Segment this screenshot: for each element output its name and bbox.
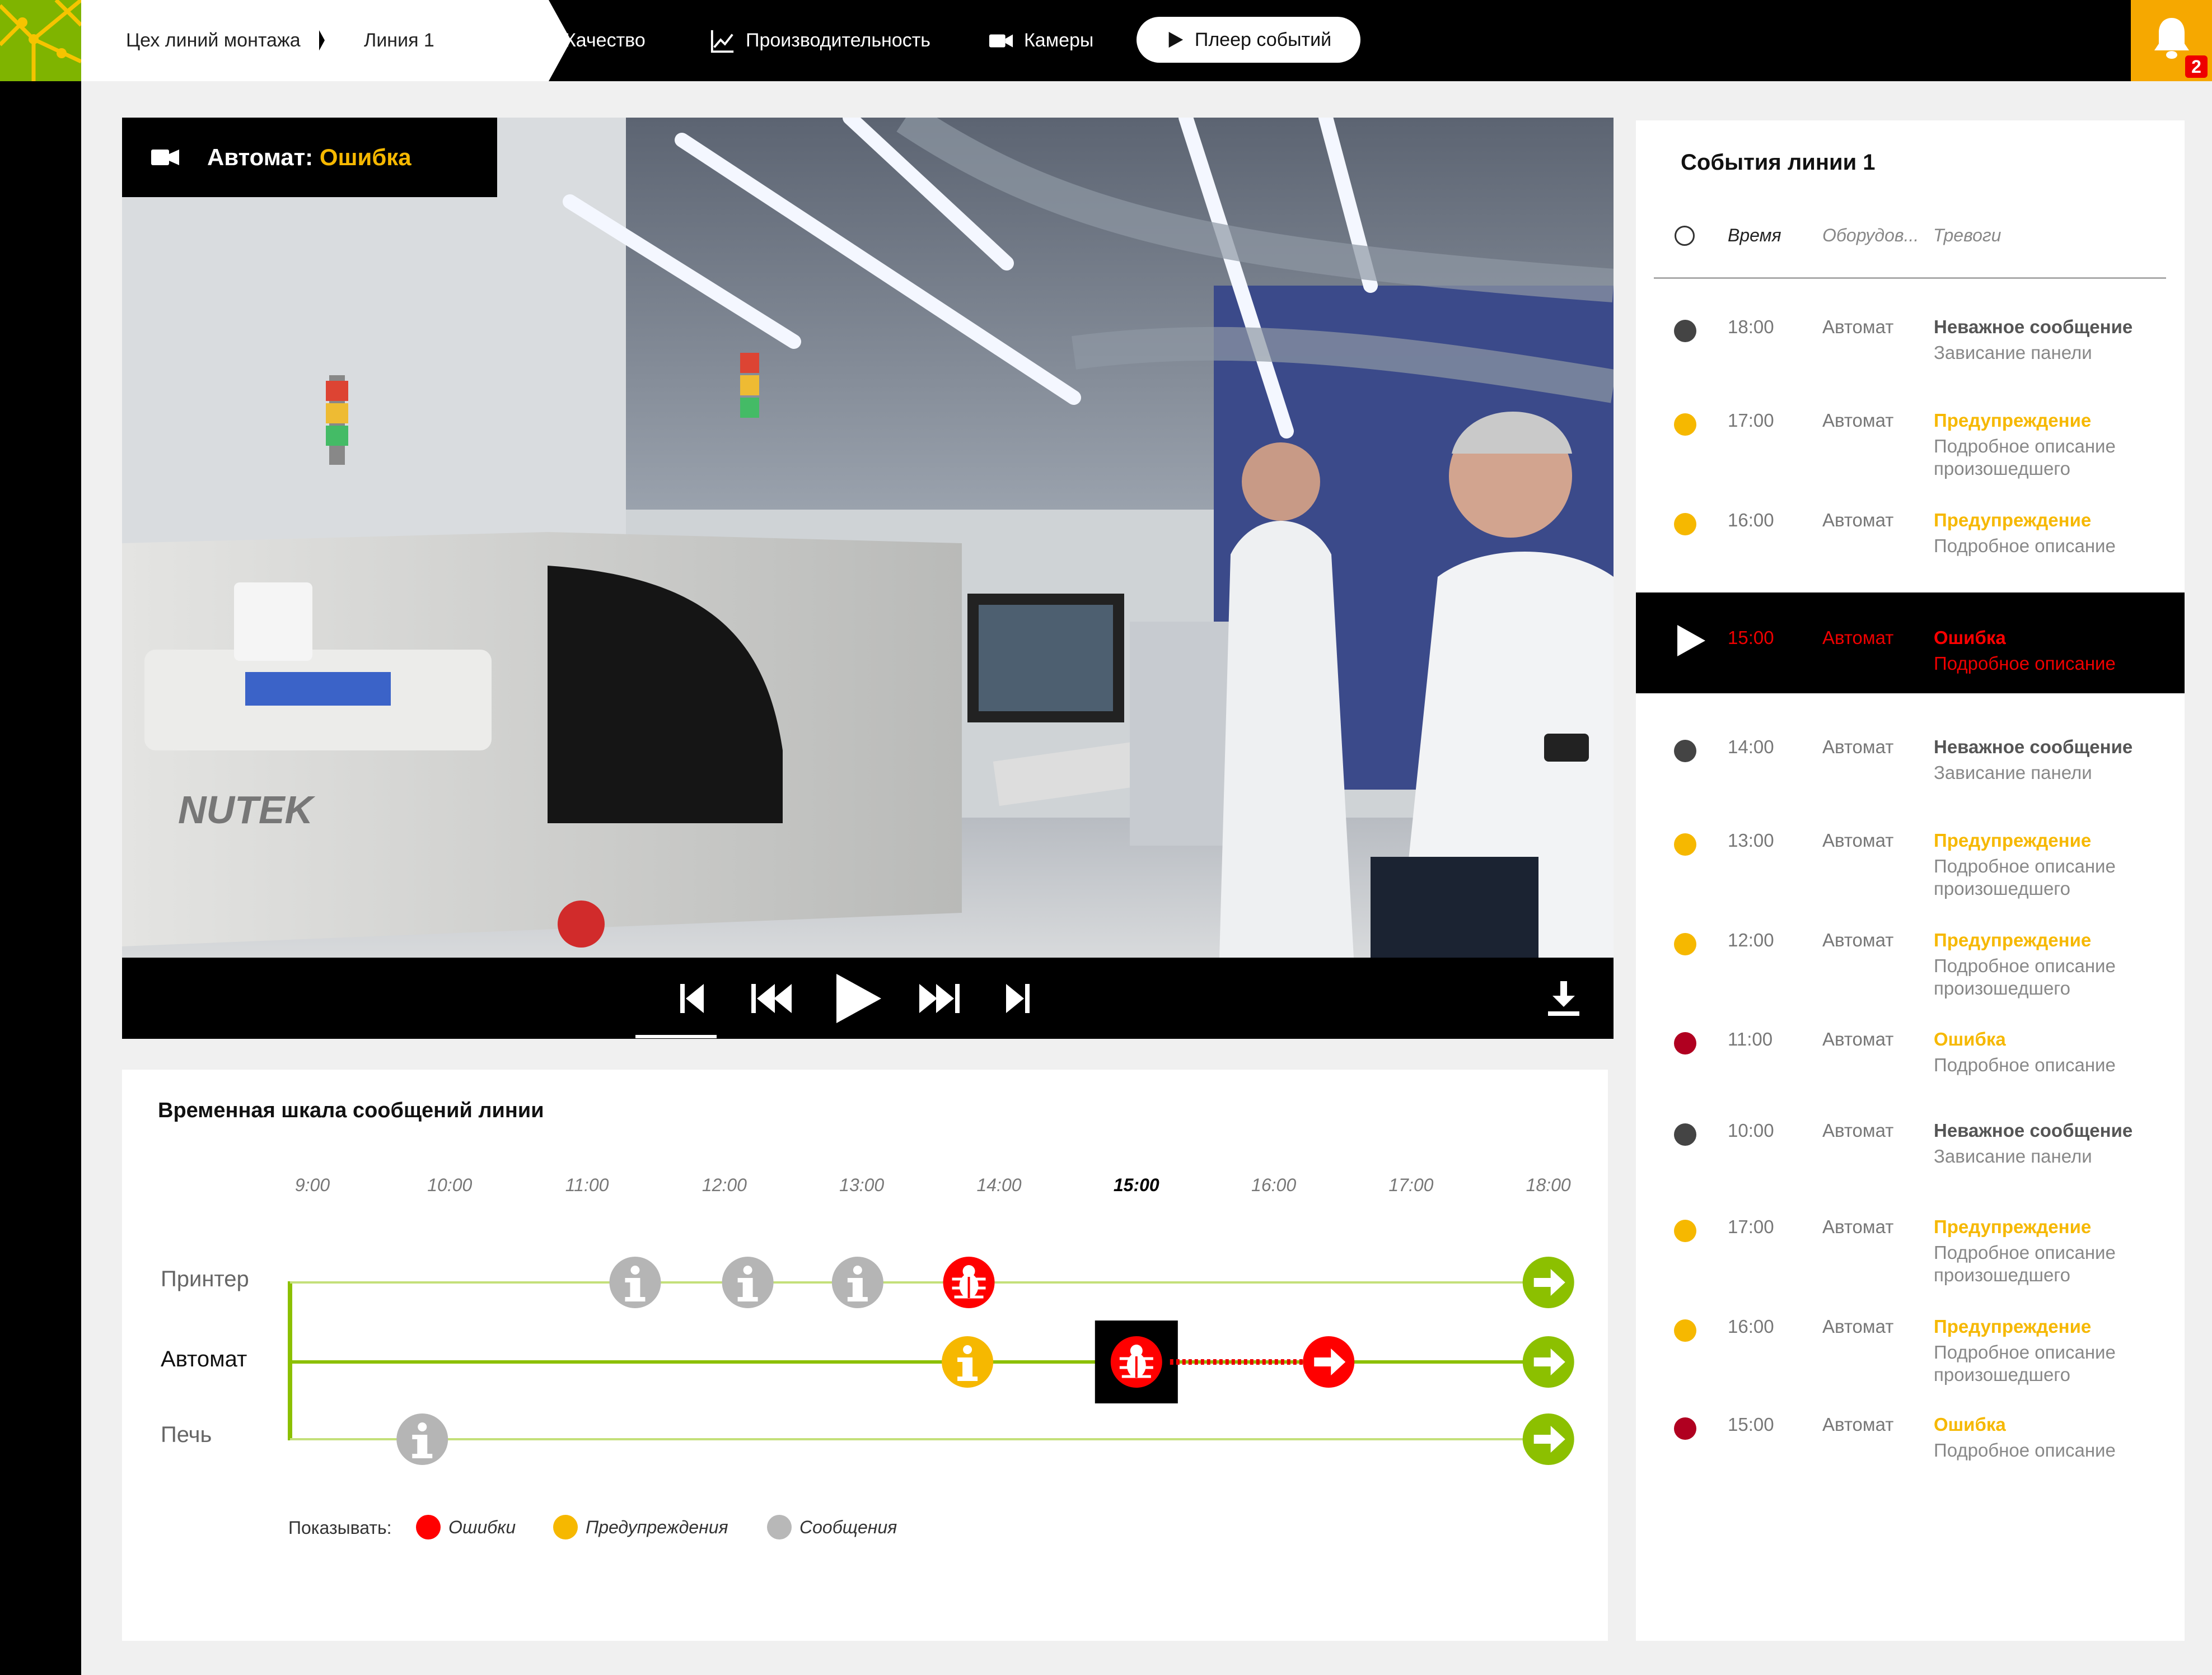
event-type: Предупреждение [1934,510,2092,530]
event-equipment: Автомат [1822,1414,1894,1435]
event-type: Предупреждение [1934,1316,2092,1337]
event-severity-dot [1674,1220,1696,1242]
legend-errors-label: Ошибки [448,1517,516,1537]
event-description: Подробное описание [1934,653,2116,674]
timeline-event-message[interactable] [396,1413,448,1465]
event-severity-dot [1674,1319,1696,1342]
event-equipment: Автомат [1822,830,1894,851]
event-time: 17:00 [1728,1216,1774,1237]
event-time: 16:00 [1728,1316,1774,1337]
event-time: 11:00 [1728,1029,1773,1049]
event-row[interactable]: 15:00 Автомат Ошибка Подробное описание [1636,1408,2185,1492]
event-row[interactable]: 18:00 Автомат Неважное сообщение Зависание … [1636,311,2185,395]
event-description: Подробное описание произошедшего [1934,1242,2116,1285]
event-equipment: Автомат [1822,316,1894,337]
timeline-event-error[interactable] [943,1257,995,1308]
legend-errors-toggle[interactable]: Ошибки [416,1515,516,1539]
timeline-event-message[interactable] [609,1257,661,1308]
event-type: Предупреждение [1934,1216,2092,1237]
event-severity-dot [1674,413,1696,436]
event-severity-dot [1674,1032,1696,1055]
event-description: Подробное описание произошедшего [1934,1342,2116,1385]
event-description: Подробное описание [1934,535,2116,556]
legend-show-label: Показывать: [288,1518,392,1538]
event-type: Неважное сообщение [1934,736,2133,757]
event-type: Предупреждение [1934,930,2092,950]
event-equipment: Автомат [1822,1029,1894,1049]
event-equipment: Автомат [1822,736,1894,757]
event-type: Предупреждение [1934,410,2092,431]
event-severity-dot [1674,1123,1696,1146]
event-equipment: Автомат [1822,627,1894,648]
timeline-event-warning[interactable] [942,1336,994,1388]
event-type: Ошибка [1934,627,2006,648]
event-row[interactable]: 17:00 Автомат Предупреждение Подробное опис… [1636,1211,2185,1295]
event-row[interactable]: 16:00 Автомат Предупреждение Подробное опис… [1636,504,2185,588]
event-severity-dot [1674,933,1696,955]
column-header-alarms[interactable]: Тревоги [1933,225,2001,246]
event-equipment: Автомат [1822,410,1894,431]
legend-warnings-toggle[interactable]: Предупреждения [553,1515,728,1539]
timeline-event-message[interactable] [722,1257,774,1308]
event-row[interactable]: 16:00 Автомат Предупреждение Подробное опис… [1636,1310,2185,1394]
event-row[interactable]: 13:00 Автомат Предупреждение Подробное опис… [1636,824,2185,908]
event-description: Зависание панели [1934,762,2092,783]
event-equipment: Автомат [1822,1120,1894,1141]
event-equipment: Автомат [1822,1316,1894,1337]
event-time: 15:00 [1728,627,1774,648]
event-time: 10:00 [1728,1120,1774,1141]
event-description: Подробное описание произошедшего [1934,856,2116,899]
legend-messages-dot [767,1515,792,1539]
event-severity-dot [1674,740,1696,762]
event-equipment: Автомат [1822,510,1894,530]
event-time: 14:00 [1728,736,1774,757]
event-type: Предупреждение [1934,830,2092,851]
events-panel-title: События линии 1 [1681,150,1876,175]
timeline-event-error[interactable] [1110,1336,1162,1388]
timeline-event-error-arrow[interactable] [1303,1336,1355,1388]
event-description: Подробное описание произошедшего [1934,436,2116,479]
timeline-event-end[interactable] [1522,1257,1574,1308]
event-severity-dot [1674,1417,1696,1440]
event-equipment: Автомат [1822,930,1894,950]
legend-warnings-label: Предупреждения [586,1517,728,1537]
play-icon [1677,625,1705,656]
event-row[interactable]: 15:00 Автомат Ошибка Подробное описание [1636,592,2185,693]
event-time: 15:00 [1728,1414,1774,1435]
event-type: Неважное сообщение [1934,316,2133,337]
legend-messages-toggle[interactable]: Сообщения [767,1515,897,1539]
timeline-event-message[interactable] [831,1257,883,1308]
event-severity-dot [1674,513,1696,535]
event-type: Неважное сообщение [1934,1120,2133,1141]
event-time: 13:00 [1728,830,1774,851]
timeline-event-end[interactable] [1522,1413,1574,1465]
event-row[interactable]: 10:00 Автомат Неважное сообщение Зависание … [1636,1114,2185,1198]
event-row[interactable]: 11:00 Автомат Ошибка Подробное описание [1636,1023,2185,1107]
event-row[interactable]: 14:00 Автомат Неважное сообщение Зависание … [1636,731,2185,815]
event-description: Зависание панели [1934,1146,2092,1167]
event-type: Ошибка [1934,1029,2006,1049]
event-time: 12:00 [1728,930,1774,950]
column-header-time[interactable]: Время [1728,225,1781,246]
select-all-radio[interactable] [1675,226,1695,246]
timeline-event-end[interactable] [1522,1336,1574,1388]
legend-errors-dot [416,1515,441,1539]
event-time: 17:00 [1728,410,1774,431]
event-row[interactable]: 17:00 Автомат Предупреждение Подробное опис… [1636,404,2185,488]
column-header-equipment[interactable]: Оборудов... [1822,225,1919,246]
event-description: Зависание панели [1934,342,2092,363]
event-description: Подробное описание [1934,1055,2116,1075]
event-equipment: Автомат [1822,1216,1894,1237]
events-header-divider [1654,277,2166,279]
event-description: Подробное описание [1934,1440,2116,1461]
event-severity-dot [1674,833,1696,856]
legend-warnings-dot [553,1515,578,1539]
event-description: Подробное описание произошедшего [1934,955,2116,999]
event-time: 16:00 [1728,510,1774,530]
event-row[interactable]: 12:00 Автомат Предупреждение Подробное опис… [1636,924,2185,1008]
event-time: 18:00 [1728,316,1774,337]
legend-messages-label: Сообщения [799,1517,897,1537]
event-type: Ошибка [1934,1414,2006,1435]
event-severity-dot [1674,320,1696,342]
